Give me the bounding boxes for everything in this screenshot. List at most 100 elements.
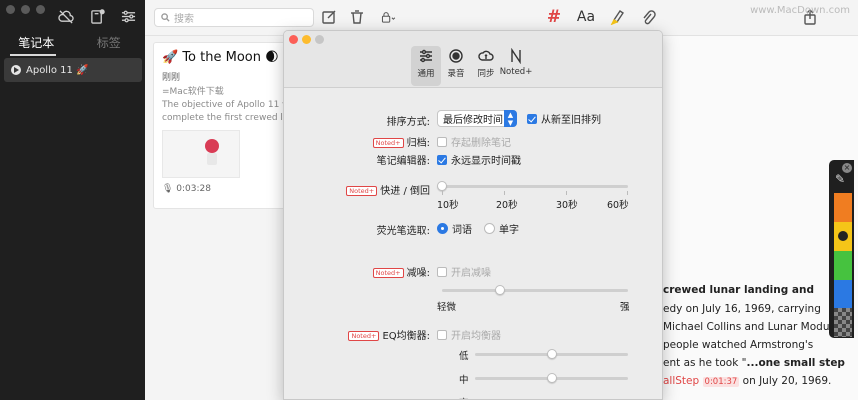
noise-slider-knob[interactable]: [495, 285, 505, 295]
preferences-window: 通用 录音 同步 Noted+ 排序方式: 最后修改时间 ▲ ▼ 从新至旧排列 N…: [283, 30, 663, 400]
archive-checkbox[interactable]: [437, 136, 447, 147]
chevron-updown-icon: ▲ ▼: [504, 110, 517, 127]
settings-sliders-icon[interactable]: [120, 9, 137, 24]
sidebar: 笔记本 标签 Apollo 11 🚀: [0, 0, 145, 400]
seek-slider-knob[interactable]: [437, 181, 447, 191]
tab-general[interactable]: 通用: [411, 46, 441, 86]
equalizer-label: 开启均衡器: [451, 331, 501, 342]
sidebar-item-apollo-11[interactable]: Apollo 11 🚀: [4, 58, 142, 82]
eq-control: 开启均衡器: [437, 327, 501, 342]
audio-duration-text: 0:03:28: [176, 184, 211, 194]
note-audio-duration: 🎙 0:03:28: [162, 184, 211, 194]
window-controls: [6, 5, 45, 14]
minimize-window-button[interactable]: [21, 5, 30, 14]
highlight-char-radio[interactable]: [484, 223, 495, 234]
lock-icon: [381, 12, 396, 23]
tab-sync[interactable]: 同步: [471, 46, 501, 86]
close-window-button[interactable]: [6, 5, 15, 14]
editor-line: allStep 0:01:37 on July 20, 1969.: [663, 375, 831, 387]
editor-line: Michael Collins and Lunar Module: [663, 321, 839, 333]
sort-label: 排序方式:: [386, 117, 430, 128]
highlight-radio-group: 词语 单字: [437, 221, 519, 236]
noted-plus-badge: Noted+: [372, 138, 404, 148]
newest-first-checkbox[interactable]: [527, 113, 537, 124]
preferences-toolbar: 通用 录音 同步 Noted+: [284, 31, 662, 88]
editor-line: ent as he took "...one small step: [663, 357, 845, 369]
delete-note-button[interactable]: [348, 8, 366, 26]
color-swatch-blue[interactable]: [834, 280, 852, 309]
astronaut-helmet: [205, 139, 219, 153]
note-timestamp: 刚刚: [162, 73, 181, 83]
tab-label: 同步: [477, 69, 495, 79]
archive-label: Noted+ 归档:: [372, 134, 430, 149]
eq-low-label: 低: [459, 351, 469, 362]
audio-timestamp-tag[interactable]: 0:01:37: [702, 377, 740, 387]
editor-label: 笔记编辑器:: [376, 156, 430, 167]
note-thumbnail-image: [162, 130, 240, 178]
highlighter-button[interactable]: [608, 8, 626, 26]
noted-logo-icon: [511, 48, 521, 64]
noted-plus-badge: Noted+: [348, 331, 380, 341]
tab-tags[interactable]: 标签: [73, 34, 146, 54]
noise-reduction-checkbox[interactable]: [437, 266, 447, 277]
noise-low-label: 轻微: [437, 302, 457, 313]
color-swatch-orange[interactable]: [834, 193, 852, 222]
tab-notebooks[interactable]: 笔记本: [0, 34, 73, 54]
noise-high-label: 强: [620, 302, 630, 313]
slider-tick: [566, 191, 567, 195]
tag-button[interactable]: #: [545, 7, 563, 27]
seek-label-text: 快进 / 倒回: [380, 186, 430, 197]
cloud-off-icon[interactable]: [58, 9, 75, 24]
highlight-word-radio[interactable]: [437, 223, 448, 234]
note-card[interactable]: 🚀 To the Moon 🌒 刚刚 =Mac软件下载 The objectiv…: [153, 42, 288, 209]
color-swatch-yellow[interactable]: [834, 222, 852, 251]
editor-bold-text: ...one small step: [746, 357, 845, 369]
always-show-timestamp-label: 永远显示时间戳: [451, 156, 521, 167]
zoom-window-button[interactable]: [315, 35, 324, 44]
lock-menu-button[interactable]: [376, 8, 402, 26]
highlight-word-label: 词语: [452, 225, 472, 236]
tab-label: Noted+: [499, 67, 533, 77]
seek-slider[interactable]: [442, 185, 628, 188]
record-icon: [449, 49, 463, 63]
eq-mid-slider-knob[interactable]: [547, 373, 557, 383]
tab-noted-plus[interactable]: Noted+: [499, 46, 533, 86]
newest-first-label: 从新至旧排列: [541, 115, 601, 126]
noted-plus-badge: Noted+: [346, 186, 378, 196]
noise-label-text: 减噪:: [406, 268, 430, 279]
seek-tick-label: 20秒: [496, 200, 518, 211]
note-preview-line: =Mac软件下载: [162, 87, 224, 97]
editor-text: on July 20, 1969.: [739, 375, 832, 387]
noise-slider[interactable]: [442, 289, 628, 292]
color-swatch-none[interactable]: [834, 308, 852, 337]
note-list: 🚀 To the Moon 🌒 刚刚 =Mac软件下载 The objectiv…: [145, 36, 288, 400]
highlighter-icon: [610, 10, 624, 25]
minimize-window-button[interactable]: [302, 35, 311, 44]
color-swatch-green[interactable]: [834, 251, 852, 280]
close-window-button[interactable]: [289, 35, 298, 44]
active-tab-indicator: [10, 54, 56, 56]
tab-label: 通用: [417, 69, 435, 79]
new-note-button[interactable]: [320, 8, 338, 26]
search-icon: [161, 13, 170, 22]
font-button[interactable]: Aa: [575, 8, 597, 26]
noise-label: Noted+ 减噪:: [372, 264, 430, 279]
search-input[interactable]: 搜索: [154, 8, 314, 27]
editor-highlight-text: allStep: [663, 375, 700, 387]
slider-tick: [442, 191, 443, 195]
sort-select[interactable]: 最后修改时间 ▲ ▼: [437, 110, 517, 127]
tab-recording[interactable]: 录音: [441, 46, 471, 86]
preferences-tabs: 通用 录音 同步 Noted+: [411, 46, 533, 86]
always-show-timestamp-checkbox[interactable]: [437, 154, 447, 165]
archive-label-text: 归档:: [406, 138, 430, 149]
attach-button[interactable]: [639, 8, 657, 26]
archive-option-label: 存起删除笔记: [451, 138, 511, 149]
noted-plus-badge: Noted+: [372, 268, 404, 278]
eq-low-slider-knob[interactable]: [547, 349, 557, 359]
eq-label: Noted+ EQ均衡器:: [348, 327, 430, 342]
slider-tick: [504, 191, 505, 195]
sort-controls: 最后修改时间 ▲ ▼ 从新至旧排列: [437, 110, 601, 127]
new-notebook-icon[interactable]: [89, 9, 106, 24]
zoom-window-button[interactable]: [36, 5, 45, 14]
equalizer-checkbox[interactable]: [437, 329, 447, 340]
